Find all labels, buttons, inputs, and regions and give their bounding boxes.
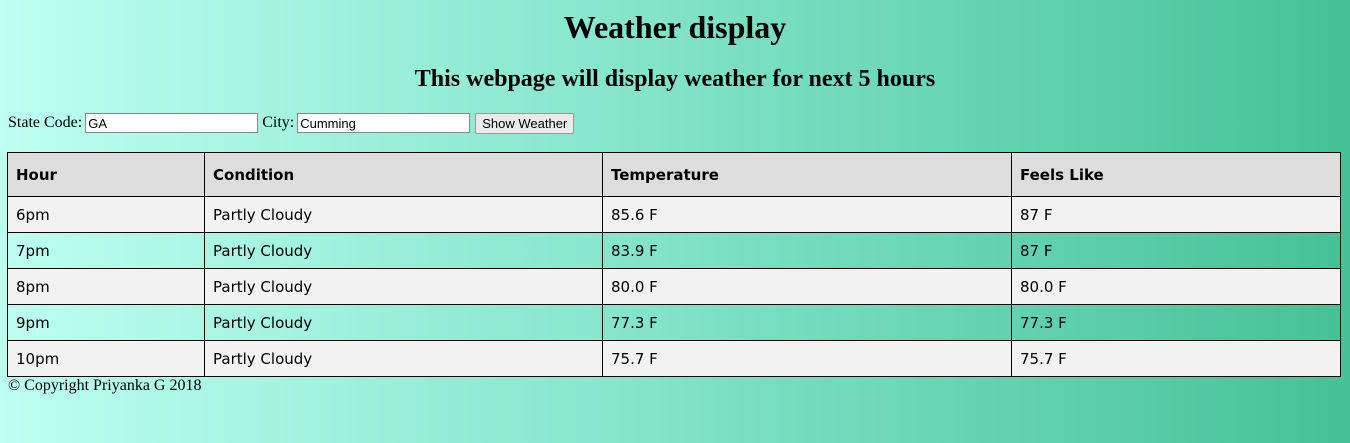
city-input[interactable]	[297, 113, 471, 133]
cell-temperature: 77.3 F	[602, 304, 1012, 341]
page-subtitle: This webpage will display weather for ne…	[414, 66, 936, 92]
column-header-temperature: Temperature	[602, 152, 1012, 197]
table-row: 10pm Partly Cloudy 75.7 F 75.7 F	[7, 340, 1341, 377]
weather-table: Hour Condition Temperature Feels Like 6p…	[7, 152, 1341, 377]
cell-temperature: 75.7 F	[602, 340, 1012, 377]
cell-hour: 6pm	[7, 196, 205, 233]
cell-feels-like: 87 F	[1011, 196, 1341, 233]
cell-condition: Partly Cloudy	[204, 196, 603, 233]
cell-temperature: 85.6 F	[602, 196, 1012, 233]
cell-hour: 8pm	[7, 268, 205, 305]
column-header-feels-like: Feels Like	[1011, 152, 1341, 197]
weather-form: State Code: City: Show Weather	[8, 112, 575, 134]
cell-hour: 9pm	[7, 304, 205, 341]
column-header-condition: Condition	[204, 152, 603, 197]
cell-feels-like: 77.3 F	[1011, 304, 1341, 341]
table-row: 6pm Partly Cloudy 85.6 F 87 F	[7, 196, 1341, 233]
table-row: 8pm Partly Cloudy 80.0 F 80.0 F	[7, 268, 1341, 305]
table-header-row: Hour Condition Temperature Feels Like	[7, 152, 1341, 197]
table-row: 9pm Partly Cloudy 77.3 F 77.3 F	[7, 304, 1341, 341]
cell-temperature: 80.0 F	[602, 268, 1012, 305]
cell-temperature: 83.9 F	[602, 232, 1012, 269]
cell-condition: Partly Cloudy	[204, 232, 603, 269]
cell-condition: Partly Cloudy	[204, 268, 603, 305]
cell-hour: 7pm	[7, 232, 205, 269]
column-header-hour: Hour	[7, 152, 205, 197]
table-row: 7pm Partly Cloudy 83.9 F 87 F	[7, 232, 1341, 269]
copyright-footer: © Copyright Priyanka G 2018	[8, 377, 202, 394]
cell-feels-like: 87 F	[1011, 232, 1341, 269]
cell-hour: 10pm	[7, 340, 205, 377]
page-title: Weather display	[563, 9, 787, 45]
state-code-label: State Code:	[8, 114, 83, 131]
cell-condition: Partly Cloudy	[204, 304, 603, 341]
cell-feels-like: 75.7 F	[1011, 340, 1341, 377]
show-weather-button[interactable]: Show Weather	[475, 112, 575, 134]
cell-condition: Partly Cloudy	[204, 340, 603, 377]
cell-feels-like: 80.0 F	[1011, 268, 1341, 305]
state-code-input[interactable]	[85, 113, 259, 133]
city-label: City:	[262, 114, 295, 131]
